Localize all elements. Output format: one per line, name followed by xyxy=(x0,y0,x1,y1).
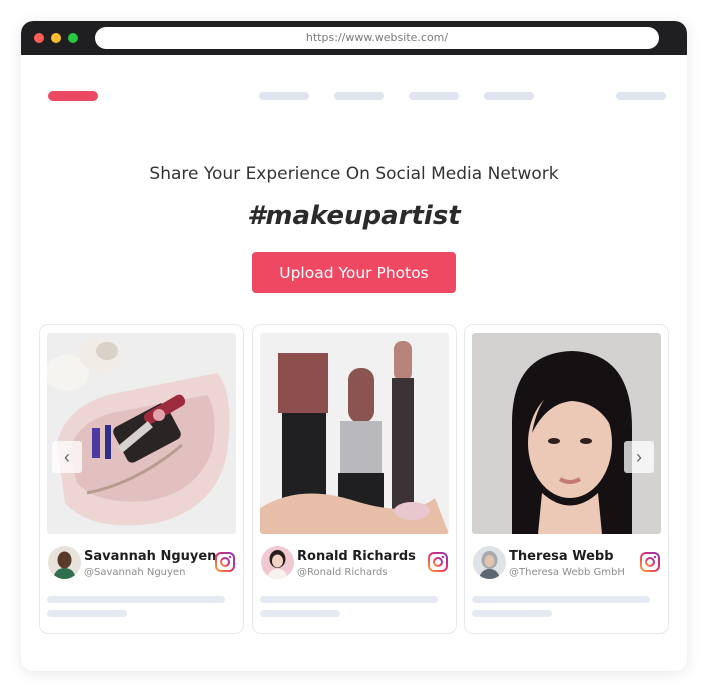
author-name[interactable]: Ronald Richards xyxy=(297,549,416,564)
author-handle: @Theresa Webb GmbH xyxy=(509,567,625,578)
post-photo-makeup-bag[interactable] xyxy=(47,333,236,534)
close-window-dot[interactable] xyxy=(34,33,44,43)
nav-action[interactable] xyxy=(616,92,666,100)
carousel-prev-button[interactable]: ‹ xyxy=(52,441,82,473)
instagram-icon[interactable] xyxy=(428,552,448,572)
hashtag-title: #makeupartist xyxy=(247,201,461,231)
avatar[interactable] xyxy=(48,546,81,579)
nav-item-1[interactable] xyxy=(259,92,309,100)
author-handle: @Savannah Nguyen xyxy=(84,567,186,578)
carousel-next-button[interactable]: › xyxy=(624,441,654,473)
author-name[interactable]: Savannah Nguyen xyxy=(84,549,216,564)
avatar[interactable] xyxy=(261,546,294,579)
nav-item-3[interactable] xyxy=(409,92,459,100)
address-bar[interactable]: https://www.website.com/ xyxy=(95,27,659,49)
caption-placeholder xyxy=(260,610,340,617)
caption-placeholder xyxy=(47,610,127,617)
author-name[interactable]: Theresa Webb xyxy=(509,549,614,564)
author-handle: @Ronald Richards xyxy=(297,567,388,578)
instagram-icon[interactable] xyxy=(640,552,660,572)
post-card[interactable]: Savannah Nguyen @Savannah Nguyen xyxy=(39,324,244,634)
caption-placeholder xyxy=(260,596,438,603)
browser-window: https://www.website.com/ Share Your Expe… xyxy=(21,21,687,671)
caption-placeholder xyxy=(47,596,225,603)
post-card[interactable]: Ronald Richards @Ronald Richards xyxy=(252,324,457,634)
post-card[interactable]: Theresa Webb @Theresa Webb GmbH xyxy=(464,324,669,634)
post-photo-portrait[interactable] xyxy=(472,333,661,534)
browser-titlebar: https://www.website.com/ xyxy=(21,21,687,55)
hero-headline: Share Your Experience On Social Media Ne… xyxy=(149,164,559,184)
nav-item-2[interactable] xyxy=(334,92,384,100)
nav-item-4[interactable] xyxy=(484,92,534,100)
avatar[interactable] xyxy=(473,546,506,579)
caption-placeholder xyxy=(472,596,650,603)
caption-placeholder xyxy=(472,610,552,617)
minimize-window-dot[interactable] xyxy=(51,33,61,43)
instagram-icon[interactable] xyxy=(215,552,235,572)
post-photo-lipstick[interactable] xyxy=(260,333,449,534)
maximize-window-dot[interactable] xyxy=(68,33,78,43)
upload-photos-button[interactable]: Upload Your Photos xyxy=(252,252,456,293)
site-logo[interactable] xyxy=(48,91,98,101)
